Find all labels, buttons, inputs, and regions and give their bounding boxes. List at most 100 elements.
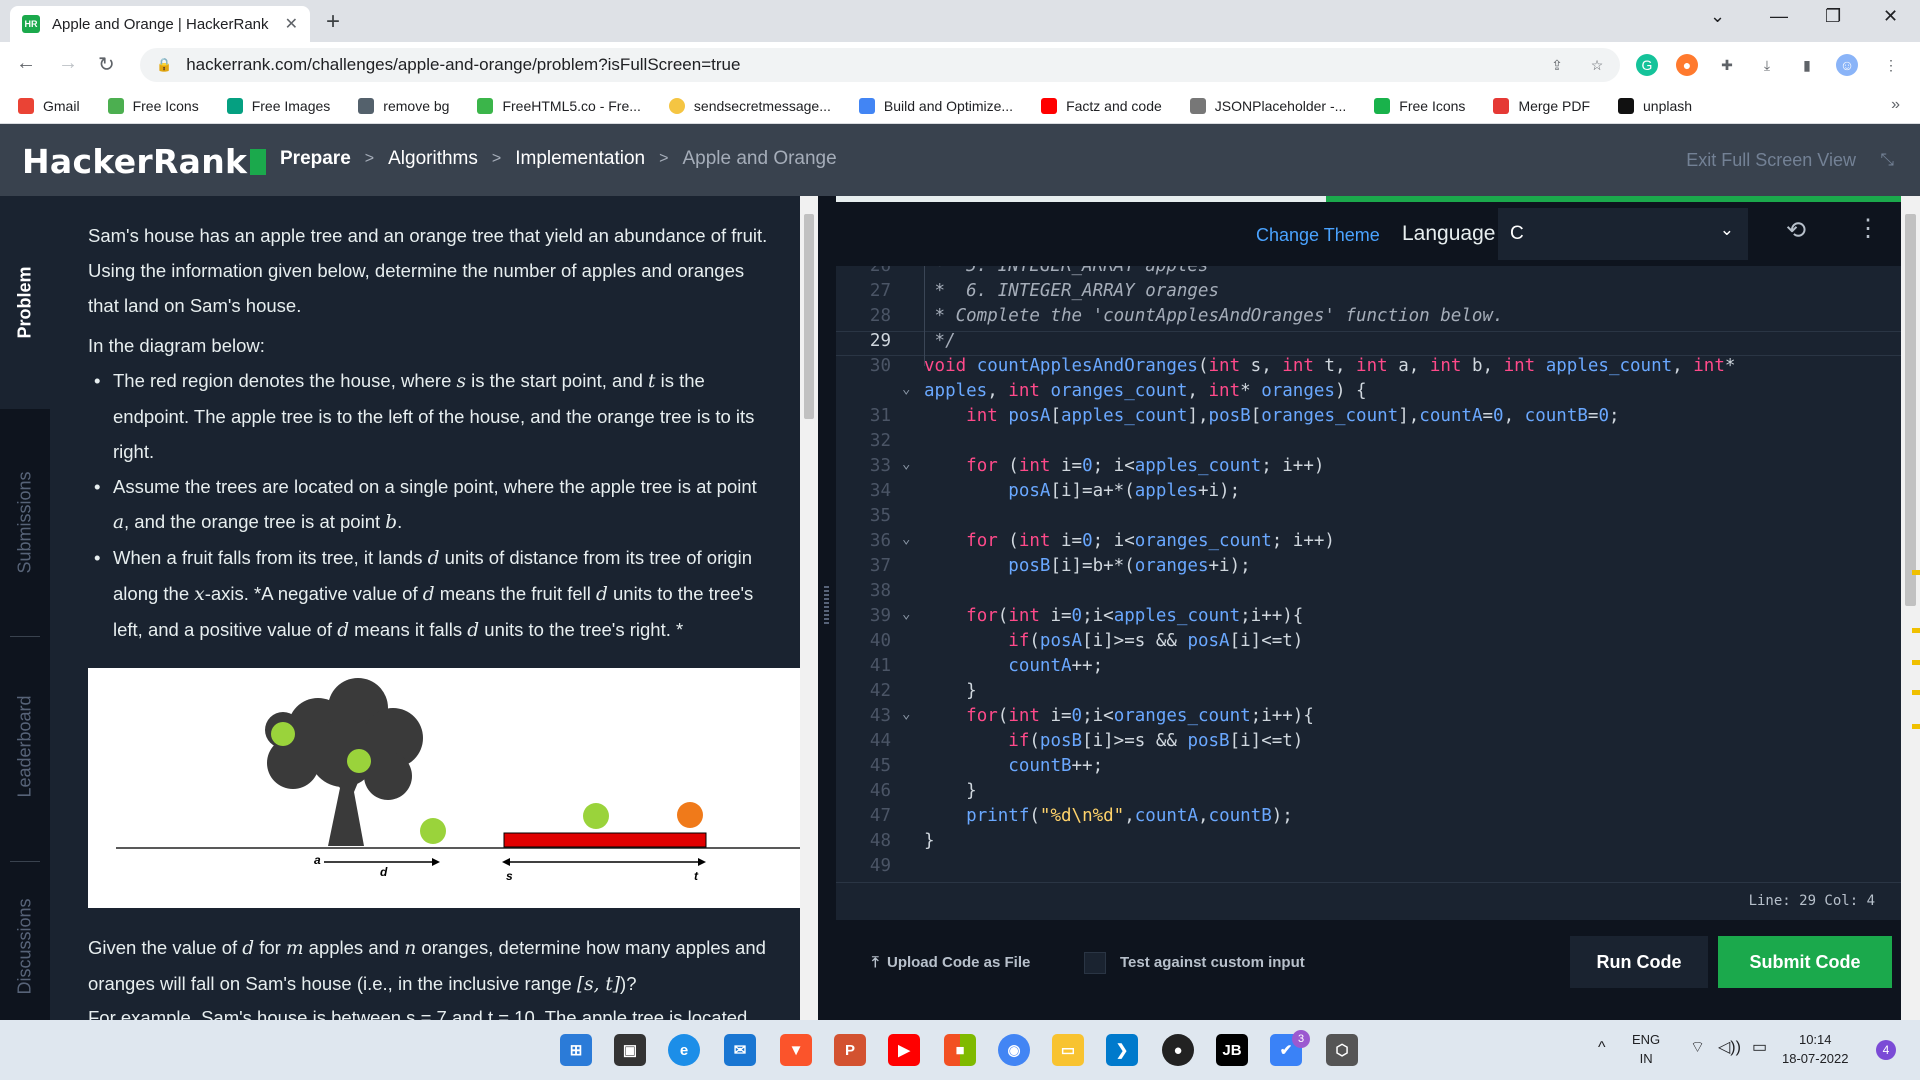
code-line[interactable]: 45 countB++;	[836, 756, 1901, 781]
tab-submissions[interactable]: Submissions	[0, 418, 50, 626]
collapse-icon[interactable]: ⤡	[1880, 150, 1894, 170]
more-options-icon[interactable]: ⋮	[1856, 214, 1880, 243]
restore-icon[interactable]: ❐	[1825, 6, 1841, 27]
bookmark-build[interactable]: Build and Optimize...	[858, 97, 1013, 114]
bookmark-unsplash[interactable]: unplash	[1618, 97, 1692, 114]
start-icon[interactable]: ⊞	[560, 1034, 592, 1066]
crumb-algorithms[interactable]: Algorithms	[388, 148, 478, 170]
language-select[interactable]: C ⌄	[1498, 208, 1748, 260]
forward-icon[interactable]: →	[58, 52, 78, 75]
sidepanel-icon[interactable]: ▮	[1796, 54, 1818, 76]
volume-icon[interactable]: ◁))	[1718, 1038, 1741, 1057]
more-bookmarks-icon[interactable]: »	[1891, 96, 1900, 114]
history-icon[interactable]: ⟲	[1786, 216, 1806, 245]
profile-avatar[interactable]: ☺	[1836, 54, 1858, 76]
bookmark-free-images[interactable]: Free Images	[226, 97, 330, 114]
hackerrank-logo[interactable]: HackerRank	[22, 142, 267, 181]
custom-input-checkbox[interactable]	[1084, 952, 1106, 974]
code-line[interactable]: 34 posA[i]=a+*(apples+i);	[836, 481, 1901, 506]
edge-icon[interactable]: e	[668, 1034, 700, 1066]
github-icon[interactable]: ●	[1162, 1034, 1194, 1066]
code-editor[interactable]: 26 * 5. INTEGER_ARRAY apples 27 * 6. INTE…	[836, 266, 1901, 882]
code-line[interactable]: 49	[836, 856, 1901, 881]
code-line[interactable]: 29 */	[836, 331, 1901, 356]
upload-code-button[interactable]: ⤒ Upload Code as File	[872, 954, 1030, 971]
code-line[interactable]: 35	[836, 506, 1901, 531]
jetbrains-icon[interactable]: JB	[1216, 1034, 1248, 1066]
code-line[interactable]: 28 * Complete the 'countApplesAndOranges…	[836, 306, 1901, 331]
code-line[interactable]: 26 * 5. INTEGER_ARRAY apples	[836, 266, 1901, 281]
tab-leaderboard[interactable]: Leaderboard	[0, 646, 50, 846]
code-line[interactable]: 38	[836, 581, 1901, 606]
crumb-implementation[interactable]: Implementation	[515, 148, 645, 170]
bookmark-remove-bg[interactable]: remove bg	[358, 97, 449, 114]
code-line[interactable]: 36 ⌄ for (int i=0; i<oranges_count; i++)	[836, 531, 1901, 556]
problem-scrollbar[interactable]	[800, 196, 818, 1020]
bookmark-jsonplaceholder[interactable]: JSONPlaceholder -...	[1189, 97, 1346, 114]
fold-chevron-icon[interactable]: ⌄	[902, 381, 910, 397]
fold-chevron-icon[interactable]: ⌄	[902, 531, 910, 547]
code-line[interactable]: 39 ⌄ for(int i=0;i<apples_count;i++){	[836, 606, 1901, 631]
bookmark-free-icons-2[interactable]: Free Icons	[1374, 97, 1465, 114]
code-line[interactable]: 43 ⌄ for(int i=0;i<oranges_count;i++){	[836, 706, 1901, 731]
code-line[interactable]: 46 }	[836, 781, 1901, 806]
submit-code-button[interactable]: Submit Code	[1718, 936, 1892, 988]
change-theme-link[interactable]: Change Theme	[1256, 225, 1380, 246]
code-line[interactable]: ⌄ apples, int oranges_count, int* oranges…	[836, 381, 1901, 406]
code-line[interactable]: 48}	[836, 831, 1901, 856]
bookmark-freehtml5[interactable]: FreeHTML5.co - Fre...	[477, 97, 641, 114]
virtualbox-icon[interactable]: ⬡	[1326, 1034, 1358, 1066]
brave-icon[interactable]: ▼	[780, 1034, 812, 1066]
menu-icon[interactable]: ⋮	[1880, 54, 1902, 76]
exit-fullscreen-link[interactable]: Exit Full Screen View	[1686, 150, 1856, 171]
task-view-icon[interactable]: ▣	[614, 1034, 646, 1066]
bookmark-gmail[interactable]: Gmail	[18, 97, 80, 114]
mail-icon[interactable]: ✉	[724, 1034, 756, 1066]
run-code-button[interactable]: Run Code	[1570, 936, 1708, 988]
fold-chevron-icon[interactable]: ⌄	[902, 456, 910, 472]
bookmark-factz[interactable]: Factz and code	[1041, 97, 1162, 114]
code-line[interactable]: 31 int posA[apples_count],posB[oranges_c…	[836, 406, 1901, 431]
new-tab-icon[interactable]: +	[326, 8, 340, 36]
notification-badge[interactable]: 4	[1876, 1040, 1896, 1060]
grammarly-icon[interactable]: G	[1636, 54, 1658, 76]
code-line[interactable]: 41 countA++;	[836, 656, 1901, 681]
scrollbar-thumb[interactable]	[1905, 214, 1916, 606]
battery-icon[interactable]: ▭	[1752, 1038, 1767, 1057]
panel-splitter[interactable]	[818, 196, 836, 1020]
puzzle-icon[interactable]: ✚	[1716, 54, 1738, 76]
tab-discussions[interactable]: Discussions	[0, 872, 50, 1020]
fold-chevron-icon[interactable]: ⌄	[902, 606, 910, 622]
code-line[interactable]: 40 if(posA[i]>=s && posA[i]<=t)	[836, 631, 1901, 656]
close-tab-icon[interactable]: ✕	[285, 14, 298, 34]
tab-search-icon[interactable]: ⌄	[1710, 6, 1725, 27]
youtube-taskbar-icon[interactable]: ▶	[888, 1034, 920, 1066]
crumb-prepare[interactable]: Prepare	[280, 148, 351, 170]
minimize-icon[interactable]: —	[1770, 6, 1788, 27]
chrome-icon[interactable]: ◉	[998, 1034, 1030, 1066]
bookmark-merge-pdf[interactable]: Merge PDF	[1493, 97, 1590, 114]
url-input[interactable]: 🔒 hackerrank.com/challenges/apple-and-or…	[140, 48, 1620, 82]
reload-icon[interactable]: ↻	[98, 52, 115, 77]
clock[interactable]: 10:14 18-07-2022	[1782, 1030, 1849, 1068]
bookmark-star-icon[interactable]: ☆	[1586, 54, 1608, 76]
bookmark-free-icons[interactable]: Free Icons	[107, 97, 199, 114]
code-line[interactable]: 33 ⌄ for (int i=0; i<apples_count; i++)	[836, 456, 1901, 481]
powerpoint-icon[interactable]: P	[834, 1034, 866, 1066]
extension-icon[interactable]: ●	[1676, 54, 1698, 76]
code-line[interactable]: 32	[836, 431, 1901, 456]
drag-handle-icon[interactable]	[824, 586, 829, 626]
page-scrollbar[interactable]	[1901, 196, 1920, 1020]
vscode-icon[interactable]: ❯	[1106, 1034, 1138, 1066]
scrollbar-thumb[interactable]	[804, 214, 814, 419]
code-line[interactable]: 47 printf("%d\n%d",countA,countB);	[836, 806, 1901, 831]
tray-chevron-icon[interactable]: ^	[1598, 1038, 1606, 1057]
wifi-icon[interactable]: ⌔	[1690, 1038, 1705, 1057]
bookmark-sendsecret[interactable]: sendsecretmessage...	[668, 97, 831, 114]
code-line[interactable]: 27 * 6. INTEGER_ARRAY oranges	[836, 281, 1901, 306]
download-icon[interactable]: ⤓	[1756, 54, 1778, 76]
code-line[interactable]: 30 void countApplesAndOranges(int s, int …	[836, 356, 1901, 381]
code-line[interactable]: 42 }	[836, 681, 1901, 706]
store-icon[interactable]: ■	[944, 1034, 976, 1066]
share-icon[interactable]: ⇪	[1546, 54, 1568, 76]
